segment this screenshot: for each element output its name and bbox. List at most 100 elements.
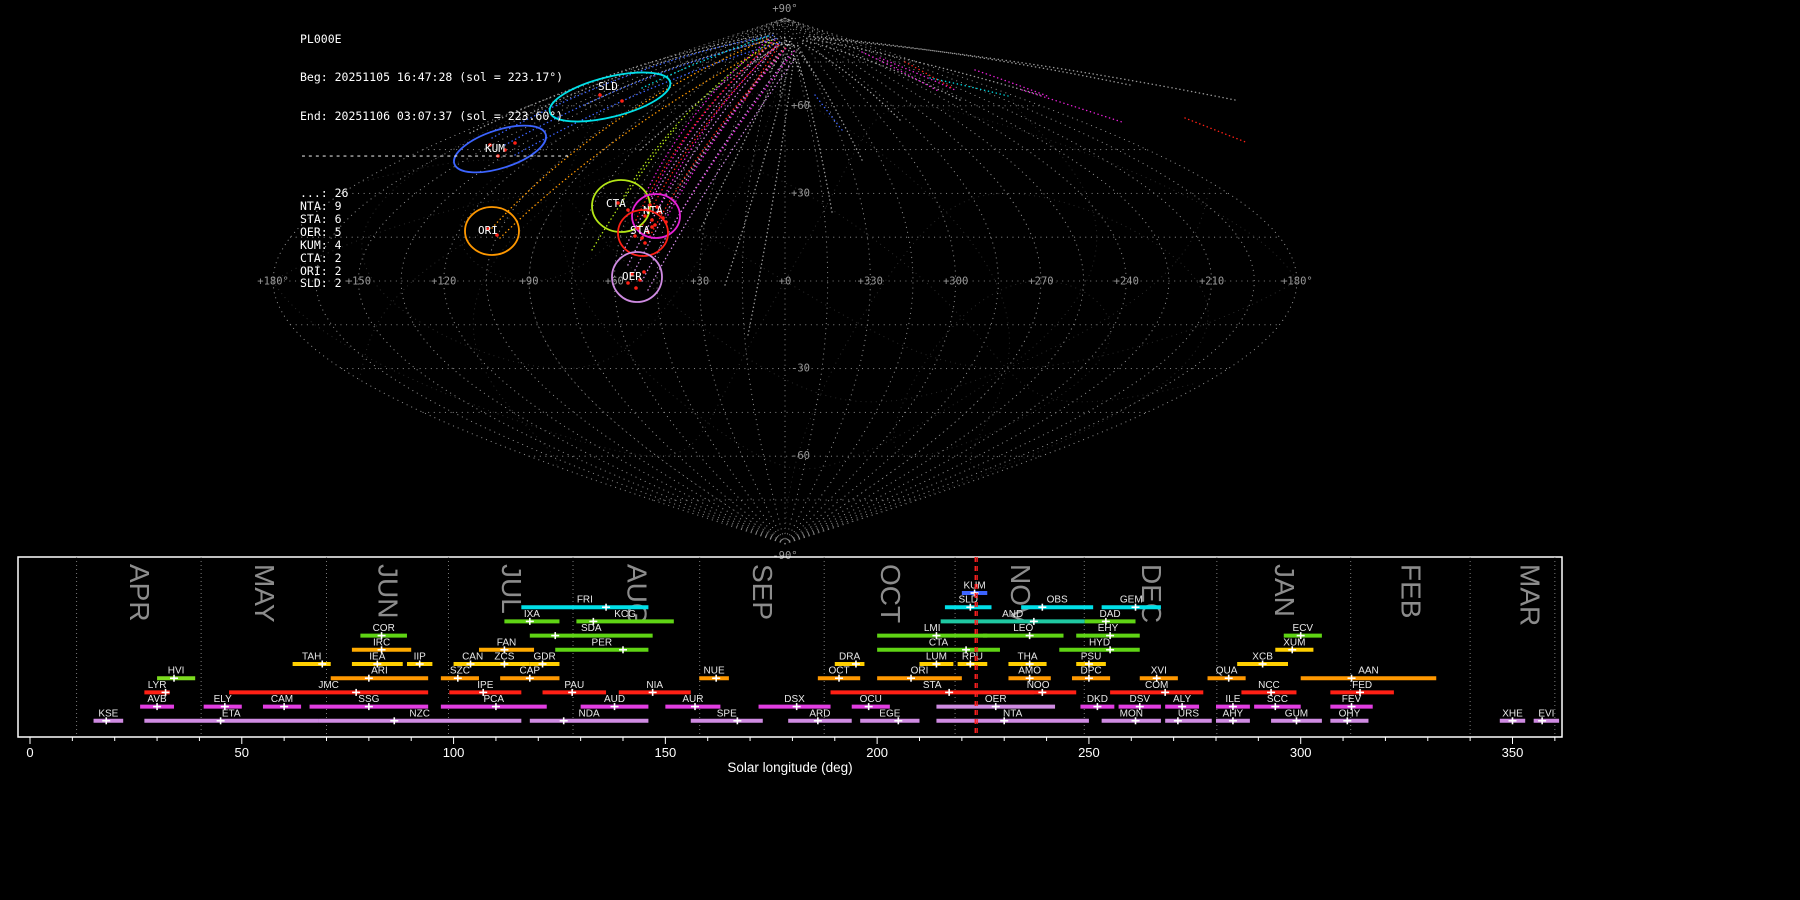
shower-label-XHE: XHE bbox=[1502, 708, 1523, 719]
meteor-trail bbox=[805, 38, 1040, 95]
end-time: End: 20251106 03:07:37 (sol = 223.60°) bbox=[300, 110, 570, 123]
radiant-meteor-dot bbox=[598, 93, 602, 97]
shower-label-ELY: ELY bbox=[214, 694, 232, 705]
lon-label: +300 bbox=[943, 276, 968, 288]
shower-label-DKD: DKD bbox=[1087, 694, 1108, 705]
shower-count-line: CTA: 2 bbox=[300, 252, 570, 265]
shower-label-SSG: SSG bbox=[358, 694, 379, 705]
shower-label-LEO: LEO bbox=[1013, 623, 1033, 634]
radiant-meteor-dot bbox=[642, 270, 646, 274]
meteor-trail bbox=[585, 38, 782, 105]
axis-tick-label: 50 bbox=[235, 745, 249, 760]
activity-timeline: APRMAYJUNJULAUGSEPOCTNOVDECJANFEBMAR0501… bbox=[18, 557, 1562, 760]
shower-label-GDR: GDR bbox=[534, 652, 556, 663]
shower-label-FAN: FAN bbox=[497, 637, 516, 648]
shower-label-HYD: HYD bbox=[1089, 637, 1110, 648]
shower-label-OCT: OCT bbox=[828, 666, 849, 677]
lon-label: +210 bbox=[1199, 276, 1224, 288]
shower-count-line: KUM: 4 bbox=[300, 239, 570, 252]
shower-label-DPC: DPC bbox=[1080, 666, 1101, 677]
shower-label-MON: MON bbox=[1120, 708, 1143, 719]
lat-label: -90° bbox=[772, 550, 797, 562]
shower-label-NCC: NCC bbox=[1258, 680, 1280, 691]
lat-label: +30 bbox=[791, 187, 810, 199]
meteor-trail bbox=[780, 45, 784, 95]
meteor-trail bbox=[1185, 118, 1248, 143]
shower-label-EGE: EGE bbox=[879, 708, 900, 719]
month-label-APR: APR bbox=[124, 564, 155, 622]
lat-label: -30 bbox=[791, 363, 810, 375]
lon-label: +30 bbox=[690, 276, 709, 288]
lon-label: +270 bbox=[1028, 276, 1053, 288]
month-label-DEC: DEC bbox=[1136, 564, 1167, 623]
radiant-meteor-dot bbox=[653, 223, 657, 227]
shower-label-CAM: CAM bbox=[271, 694, 293, 705]
shower-label-DAD: DAD bbox=[1100, 609, 1121, 620]
x-axis-title: Solar longitude (deg) bbox=[727, 760, 852, 775]
shower-label-AAN: AAN bbox=[1358, 666, 1379, 677]
shower-label-URS: URS bbox=[1178, 708, 1199, 719]
shower-label-AND: AND bbox=[1002, 609, 1023, 620]
secondary-meridian bbox=[1013, 96, 1097, 363]
radiant-meteor-dot bbox=[650, 218, 654, 222]
shower-label-ALY: ALY bbox=[1173, 694, 1191, 705]
shower-label-IEA: IEA bbox=[369, 652, 385, 663]
shower-label-ECV: ECV bbox=[1293, 623, 1314, 634]
shower-label-NZC: NZC bbox=[409, 708, 430, 719]
shower-label-ILE: ILE bbox=[1225, 694, 1240, 705]
meteor-trail bbox=[635, 50, 782, 270]
month-label-SEP: SEP bbox=[747, 564, 778, 620]
axis-tick-label: 250 bbox=[1078, 745, 1100, 760]
shower-label-AMO: AMO bbox=[1018, 666, 1041, 677]
month-label-OCT: OCT bbox=[875, 564, 906, 623]
shower-label-SCC: SCC bbox=[1267, 694, 1288, 705]
shower-label-AUD: AUD bbox=[604, 694, 625, 705]
shower-label-GEM: GEM bbox=[1120, 595, 1143, 606]
shower-label-OCU: OCU bbox=[860, 694, 882, 705]
shower-label-OER: OER bbox=[985, 694, 1007, 705]
axis-tick-label: 0 bbox=[26, 745, 33, 760]
radiant-meteor-dot bbox=[620, 99, 624, 103]
lat-label: +60 bbox=[791, 100, 810, 112]
shower-label-HVI: HVI bbox=[168, 666, 185, 677]
shower-label-PCA: PCA bbox=[484, 694, 505, 705]
grid-meridian bbox=[700, 18, 785, 544]
shower-label-KUM: KUM bbox=[963, 581, 985, 592]
lon-label: +330 bbox=[858, 276, 883, 288]
lat-label: +90° bbox=[772, 3, 797, 15]
shower-label-KSE: KSE bbox=[98, 708, 118, 719]
grid-meridian bbox=[785, 18, 1169, 544]
radiant-label-OER: OER bbox=[622, 270, 642, 283]
meteor-trail bbox=[725, 52, 792, 285]
shower-label-KCG: KCG bbox=[614, 609, 636, 620]
shower-label-ORI: ORI bbox=[911, 666, 929, 677]
radiant-meteor-dot bbox=[634, 286, 638, 290]
shower-label-OBS: OBS bbox=[1047, 595, 1068, 606]
shower-label-RPU: RPU bbox=[962, 652, 983, 663]
shower-label-AVB: AVB bbox=[147, 694, 167, 705]
shower-label-NUE: NUE bbox=[704, 666, 725, 677]
lat-label: -60 bbox=[791, 450, 810, 462]
meteor-trail bbox=[624, 40, 772, 196]
month-label-JAN: JAN bbox=[1269, 564, 1300, 617]
shower-label-IXA: IXA bbox=[524, 609, 540, 620]
shower-label-COM: COM bbox=[1145, 680, 1168, 691]
month-label-MAR: MAR bbox=[1514, 564, 1545, 626]
shower-label-NDA: NDA bbox=[579, 708, 600, 719]
radiant-meteor-dot bbox=[626, 208, 630, 212]
shower-label-XVI: XVI bbox=[1151, 666, 1167, 677]
grid-meridian bbox=[785, 18, 828, 544]
shower-label-NIA: NIA bbox=[646, 680, 663, 691]
shower-label-SDA: SDA bbox=[581, 623, 602, 634]
lon-label: +0 bbox=[779, 276, 792, 288]
shower-count-line: OER: 5 bbox=[300, 226, 570, 239]
shower-label-THA: THA bbox=[1018, 652, 1038, 663]
shower-label-EHY: EHY bbox=[1098, 623, 1119, 634]
shower-label-NTA: NTA bbox=[1003, 708, 1023, 719]
meteor-trails bbox=[470, 33, 1248, 335]
shower-label-LYR: LYR bbox=[148, 680, 167, 691]
station-id: PL000E bbox=[300, 33, 570, 46]
shower-label-CAN: CAN bbox=[462, 652, 483, 663]
shower-label-STA: STA bbox=[923, 680, 942, 691]
meteor-trail bbox=[812, 38, 1235, 100]
